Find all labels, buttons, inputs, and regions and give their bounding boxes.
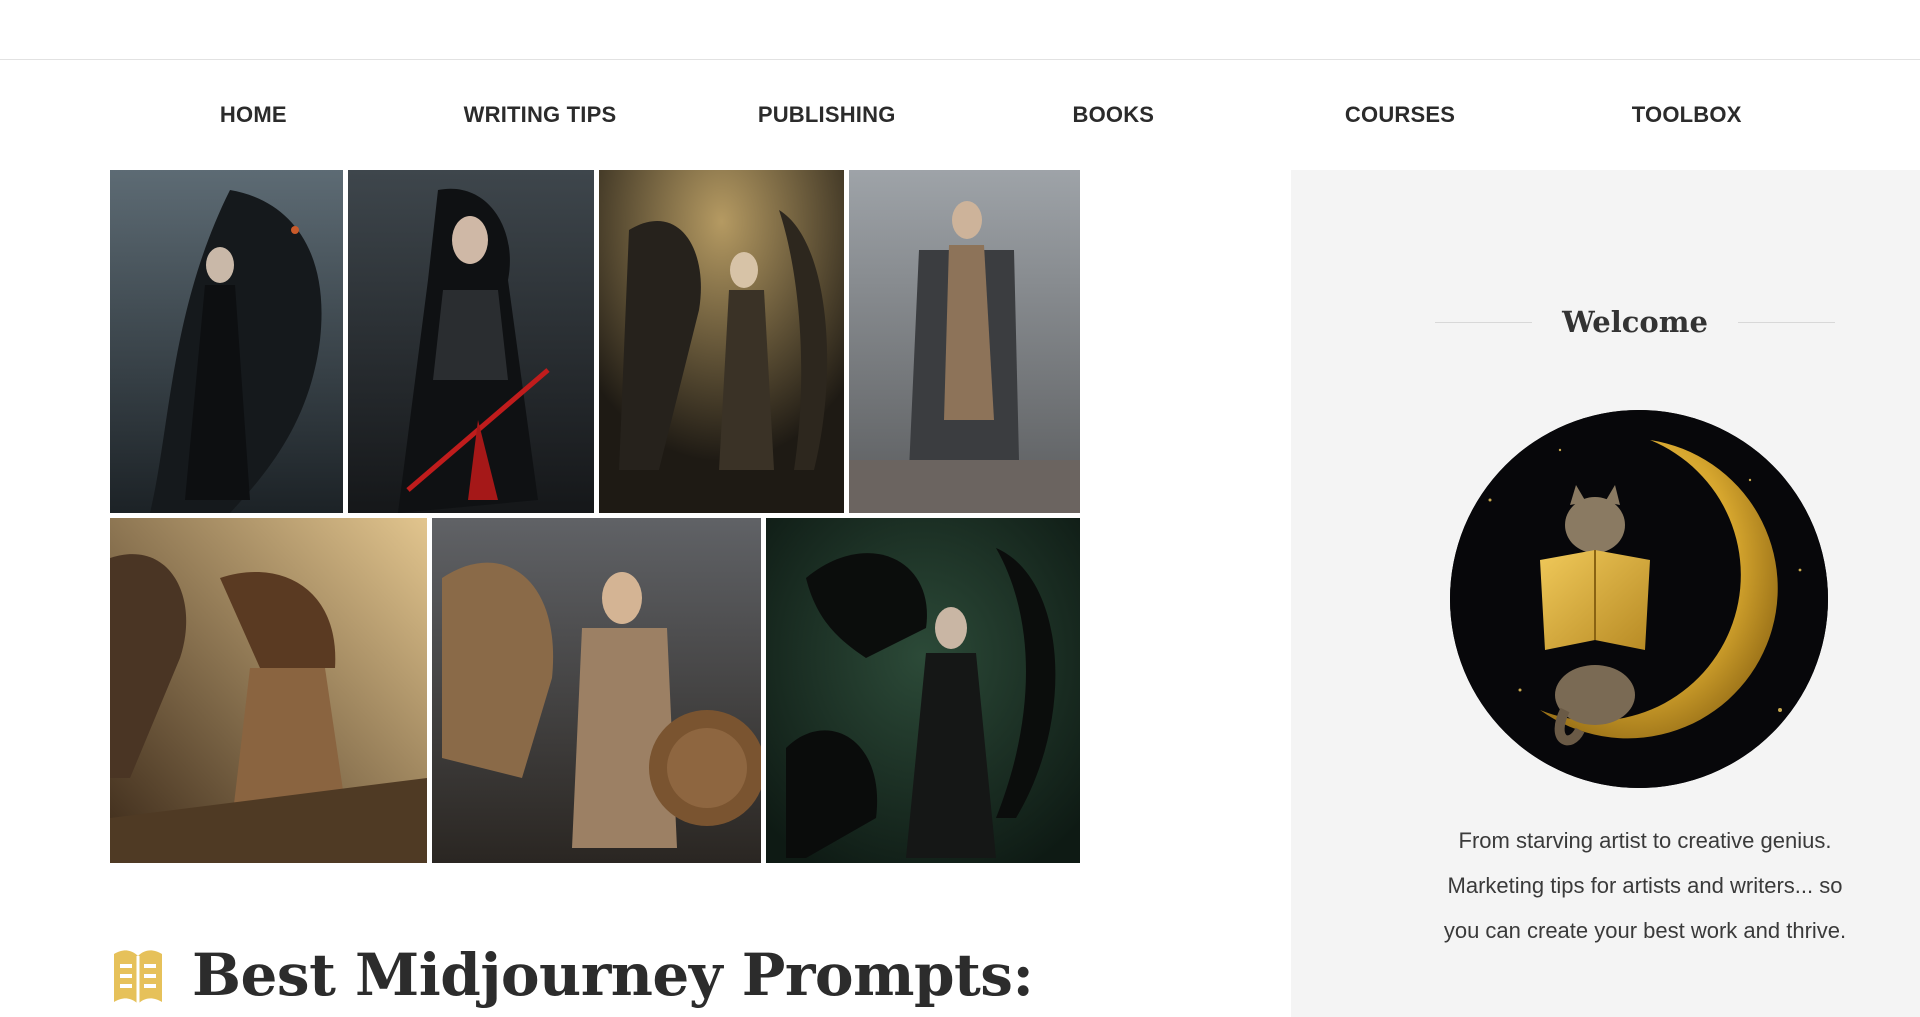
gallery-image-2	[348, 170, 594, 513]
nav-toolbox[interactable]: TOOLBOX	[1543, 102, 1830, 128]
top-bar	[0, 0, 1920, 60]
nav-writing-tips[interactable]: WRITING TIPS	[397, 102, 684, 128]
sidebar: Welcome From starving artist to creative…	[1291, 170, 1920, 1017]
post-title: Best Midjourney Prompts:	[192, 941, 1034, 1009]
nav-home[interactable]: HOME	[110, 102, 397, 128]
nav-courses[interactable]: COURSES	[1257, 102, 1544, 128]
welcome-widget-header: Welcome	[1435, 300, 1835, 344]
featured-image-collage	[110, 170, 1080, 863]
widget-title: Welcome	[1562, 305, 1708, 339]
welcome-text: From starving artist to creative genius.…	[1443, 828, 1847, 943]
divider	[1435, 321, 1533, 323]
gallery-image-3	[599, 170, 844, 513]
nav-publishing[interactable]: PUBLISHING	[683, 102, 970, 128]
gallery-image-6	[432, 518, 761, 863]
book-icon	[110, 944, 166, 1006]
main-nav: HOME WRITING TIPS PUBLISHING BOOKS COURS…	[110, 60, 1830, 170]
gallery-image-4	[849, 170, 1080, 513]
post-title-row: Best Midjourney Prompts:	[110, 930, 1034, 1017]
nav-books[interactable]: BOOKS	[970, 102, 1257, 128]
gallery-image-1	[110, 170, 343, 513]
avatar	[1450, 410, 1828, 788]
gallery-image-7	[766, 518, 1080, 863]
divider	[1737, 321, 1835, 323]
gallery-image-5	[110, 518, 427, 863]
